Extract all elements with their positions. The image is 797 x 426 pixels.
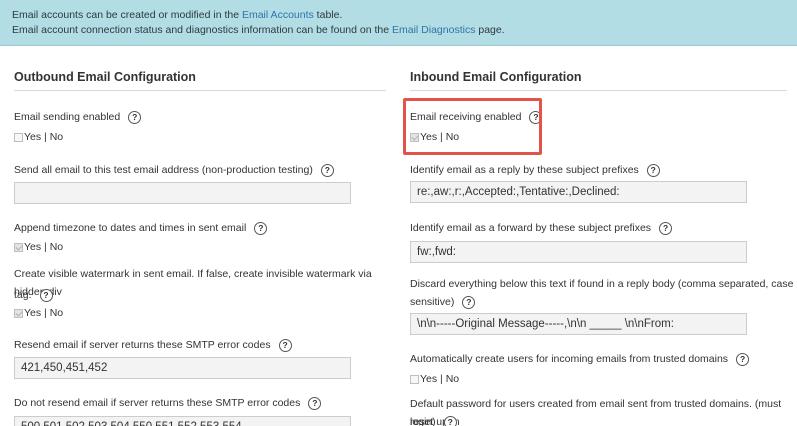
resend-codes-label: Resend email if server returns these SMT…: [14, 336, 292, 354]
checkbox-label: Yes | No: [24, 307, 64, 319]
reply-prefixes-label: Identify email as a reply by these subje…: [410, 161, 660, 179]
outbound-title: Outbound Email Configuration: [14, 70, 386, 91]
test-address-label: Send all email to this test email addres…: [14, 161, 334, 179]
checkbox-icon[interactable]: [410, 132, 419, 142]
banner-text: Email accounts can be created or modifie…: [12, 9, 242, 21]
sending-enabled-label: Email sending enabled?: [14, 108, 142, 126]
banner-text: page.: [475, 24, 505, 36]
watermark-label-line2: tag.?: [14, 286, 53, 304]
help-icon[interactable]: ?: [529, 110, 543, 124]
discard-text-label: Discard everything below this text if fo…: [410, 278, 794, 290]
default-password-label: Default password for users created from …: [410, 398, 782, 426]
no-resend-codes-input[interactable]: 500,501,502,503,504,550,551,552,553,554: [14, 416, 351, 426]
help-icon[interactable]: ?: [254, 221, 268, 235]
banner-text: Email account connection status and diag…: [12, 24, 392, 36]
help-icon[interactable]: ?: [278, 338, 292, 352]
reply-prefixes-input[interactable]: re:,aw:,r:,Accepted:,Tentative:,Declined…: [410, 181, 747, 203]
default-password-label-line2: login)?: [410, 413, 457, 426]
sending-enabled-toggle[interactable]: Yes | No: [14, 131, 63, 143]
banner-line-1: Email accounts can be created or modifie…: [12, 8, 785, 23]
checkbox-label: Yes | No: [24, 241, 64, 253]
help-icon[interactable]: ?: [646, 163, 660, 177]
test-address-input[interactable]: [14, 182, 351, 204]
email-accounts-link[interactable]: Email Accounts: [242, 9, 314, 21]
help-icon[interactable]: ?: [736, 352, 750, 366]
help-icon[interactable]: ?: [443, 415, 457, 426]
no-resend-codes-label: Do not resend email if server returns th…: [14, 394, 322, 412]
help-icon[interactable]: ?: [39, 288, 53, 302]
receiving-enabled-label: Email receiving enabled?: [410, 108, 543, 126]
discard-text-label-line2: sensitive)?: [410, 293, 476, 311]
checkbox-label: Yes | No: [420, 131, 460, 143]
checkbox-icon[interactable]: [14, 132, 23, 142]
discard-text-input[interactable]: \n\n-----Original Message-----,\n\n ____…: [410, 313, 747, 335]
checkbox-icon[interactable]: [14, 308, 23, 318]
forward-prefixes-label: Identify email as a forward by these sub…: [410, 219, 673, 237]
append-timezone-toggle[interactable]: Yes | No: [14, 241, 63, 253]
help-icon[interactable]: ?: [462, 295, 476, 309]
append-timezone-label: Append timezone to dates and times in se…: [14, 219, 268, 237]
highlight-box: [403, 98, 542, 155]
banner-line-2: Email account connection status and diag…: [12, 23, 785, 38]
inbound-title: Inbound Email Configuration: [410, 70, 787, 91]
receiving-enabled-toggle[interactable]: Yes | No: [410, 131, 459, 143]
banner-text: table.: [313, 9, 343, 21]
help-icon[interactable]: ?: [320, 163, 334, 177]
checkbox-icon[interactable]: [14, 242, 23, 252]
auto-create-users-label: Automatically create users for incoming …: [410, 350, 750, 368]
watermark-label: Create visible watermark in sent email. …: [14, 268, 372, 298]
forward-prefixes-input[interactable]: fw:,fwd:: [410, 241, 747, 263]
email-diagnostics-link[interactable]: Email Diagnostics: [392, 24, 475, 36]
info-banner: Email accounts can be created or modifie…: [0, 0, 797, 46]
help-icon[interactable]: ?: [308, 396, 322, 410]
resend-codes-input[interactable]: 421,450,451,452: [14, 357, 351, 379]
checkbox-icon[interactable]: [410, 374, 419, 384]
checkbox-label: Yes | No: [24, 131, 64, 143]
help-icon[interactable]: ?: [659, 221, 673, 235]
checkbox-label: Yes | No: [420, 373, 460, 385]
auto-create-users-toggle[interactable]: Yes | No: [410, 373, 459, 385]
help-icon[interactable]: ?: [128, 110, 142, 124]
watermark-toggle[interactable]: Yes | No: [14, 307, 63, 319]
